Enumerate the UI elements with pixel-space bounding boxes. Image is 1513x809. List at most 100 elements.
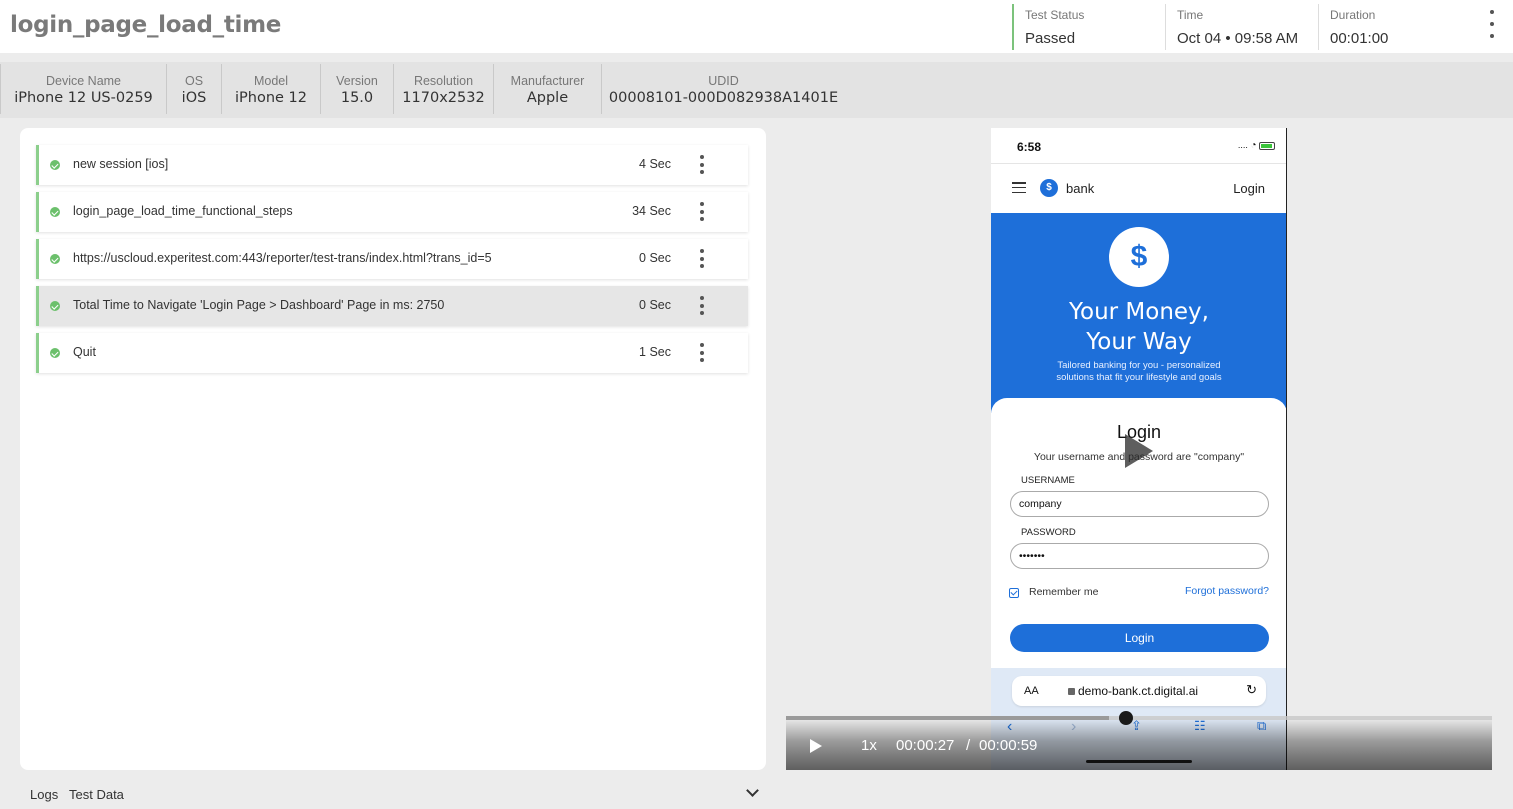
test-duration-value: 00:01:00 <box>1330 30 1389 47</box>
udid-value: 00008101-000D082938A1401E <box>608 90 839 106</box>
test-status: Test Status Passed <box>1012 4 1164 50</box>
device-info-bar: Device Name iPhone 12 US-0259 OS iOS Mod… <box>0 62 1513 118</box>
check-circle-icon <box>50 160 60 170</box>
manufacturer-col: Manufacturer Apple <box>493 64 601 114</box>
step-duration: 0 Sec <box>639 251 671 265</box>
safari-url-bar: AA demo-bank.ct.digital.ai ↻ <box>1012 676 1266 706</box>
step-row[interactable]: login_page_load_time_functional_steps 34… <box>36 192 748 232</box>
resolution-value: 1170x2532 <box>402 90 485 106</box>
password-field: ••••••• <box>1010 543 1269 569</box>
step-menu-icon[interactable] <box>698 202 706 221</box>
device-name-col: Device Name iPhone 12 US-0259 <box>0 64 166 114</box>
test-duration-label: Duration <box>1330 8 1376 22</box>
model-col: Model iPhone 12 <box>221 64 320 114</box>
player-controls-backdrop <box>786 718 1492 770</box>
seek-bar-handle[interactable] <box>1119 711 1134 725</box>
chevron-down-icon[interactable] <box>746 784 759 797</box>
step-row-selected[interactable]: Total Time to Navigate 'Login Page > Das… <box>36 286 748 326</box>
report-header: login_page_load_time Test Status Passed … <box>0 0 1513 53</box>
bank-app-bar: $ bank Login <box>991 165 1286 213</box>
bottom-tabs: Logs Test Data <box>20 780 766 809</box>
manufacturer-label: Manufacturer <box>510 74 585 88</box>
udid-col: UDID 00008101-000D082938A1401E <box>601 64 845 114</box>
bank-hero-title-line1: Your Money, <box>1069 299 1209 325</box>
bank-hero-title: Your Money, Your Way <box>991 297 1286 357</box>
tab-logs[interactable]: Logs <box>30 787 58 802</box>
device-screen: 6:58 .... ◔ $ bank Login $ Your Money, Y… <box>991 128 1287 770</box>
test-time: Time Oct 04 • 09:58 AM <box>1165 4 1315 50</box>
bank-hero-title-line2: Your Way <box>1086 329 1192 355</box>
remember-label: Remember me <box>1029 586 1099 598</box>
bank-app-login-link: Login <box>1233 181 1265 196</box>
step-menu-icon[interactable] <box>698 155 706 174</box>
step-duration: 1 Sec <box>639 345 671 359</box>
video-player: 6:58 .... ◔ $ bank Login $ Your Money, Y… <box>786 128 1492 770</box>
phone-status-bar: 6:58 .... ◔ <box>991 128 1286 164</box>
tab-test-data[interactable]: Test Data <box>69 787 124 802</box>
check-circle-icon <box>50 301 60 311</box>
play-icon[interactable] <box>810 739 822 753</box>
os-label: OS <box>184 74 204 88</box>
model-value: iPhone 12 <box>234 90 307 106</box>
safari-url-text: demo-bank.ct.digital.ai <box>1078 684 1199 698</box>
current-time: 00:00:27 <box>896 737 955 754</box>
seek-bar[interactable] <box>786 711 1492 725</box>
step-name: Total Time to Navigate 'Login Page > Das… <box>73 298 445 312</box>
play-overlay-icon[interactable] <box>1125 434 1153 468</box>
os-value: iOS <box>181 90 207 106</box>
resolution-label: Resolution <box>413 74 474 88</box>
step-menu-icon[interactable] <box>698 296 706 315</box>
more-options-icon[interactable] <box>1484 10 1500 38</box>
test-status-label: Test Status <box>1025 8 1085 22</box>
step-name: new session [ios] <box>73 157 169 171</box>
step-menu-icon[interactable] <box>698 249 706 268</box>
step-row[interactable]: Quit 1 Sec <box>36 333 748 373</box>
check-circle-icon <box>50 348 60 358</box>
udid-label: UDID <box>708 74 739 88</box>
os-col: OS iOS <box>166 64 221 114</box>
steps-panel: new session [ios] 4 Sec login_page_load_… <box>20 128 766 770</box>
playback-speed[interactable]: 1x <box>861 737 877 754</box>
bank-app-name: bank <box>1066 181 1095 196</box>
time-separator: / <box>966 737 971 754</box>
device-name-label: Device Name <box>45 74 122 88</box>
test-status-value: Passed <box>1025 30 1076 47</box>
bank-hero-logo-icon: $ <box>1109 227 1169 287</box>
device-name-value: iPhone 12 US-0259 <box>14 90 153 106</box>
seek-bar-progress <box>786 716 1110 720</box>
bank-hero: $ Your Money, Your Way Tailored banking … <box>991 213 1286 413</box>
reload-icon: ↻ <box>1246 682 1257 697</box>
step-duration: 0 Sec <box>639 298 671 312</box>
step-duration: 34 Sec <box>632 204 671 218</box>
step-row[interactable]: https://uscloud.experitest.com:443/repor… <box>36 239 748 279</box>
bank-logo-icon: $ <box>1040 179 1058 197</box>
step-menu-icon[interactable] <box>698 343 706 362</box>
step-name: login_page_load_time_functional_steps <box>73 204 293 218</box>
check-circle-icon <box>50 207 60 217</box>
signal-icon: .... <box>1237 140 1248 150</box>
forgot-password-link: Forgot password? <box>1184 585 1269 597</box>
step-duration: 4 Sec <box>639 157 671 171</box>
phone-status-icons: .... ◔ <box>1238 140 1275 151</box>
test-time-value: Oct 04 • 09:58 AM <box>1177 30 1299 47</box>
manufacturer-value: Apple <box>526 90 569 106</box>
username-field: company <box>1010 491 1269 517</box>
battery-icon <box>1259 141 1275 150</box>
test-title: login_page_load_time <box>10 12 282 38</box>
version-col: Version 15.0 <box>320 64 393 114</box>
version-value: 15.0 <box>340 90 374 106</box>
bank-login-button: Login <box>1010 624 1269 652</box>
bank-hero-subtitle: Tailored banking for you - personalized … <box>1056 360 1222 383</box>
test-time-label: Time <box>1177 8 1204 22</box>
resolution-col: Resolution 1170x2532 <box>393 64 493 114</box>
hamburger-menu-icon <box>1012 182 1026 193</box>
version-label: Version <box>336 74 378 88</box>
password-label: PASSWORD <box>1021 527 1076 538</box>
step-row[interactable]: new session [ios] 4 Sec <box>36 145 748 185</box>
phone-clock: 6:58 <box>1017 140 1042 154</box>
step-name: Quit <box>73 345 96 359</box>
check-circle-icon <box>50 254 60 264</box>
username-label: USERNAME <box>1021 475 1075 486</box>
wifi-icon: ◔ <box>1250 140 1257 151</box>
remember-checkbox <box>1009 588 1019 598</box>
